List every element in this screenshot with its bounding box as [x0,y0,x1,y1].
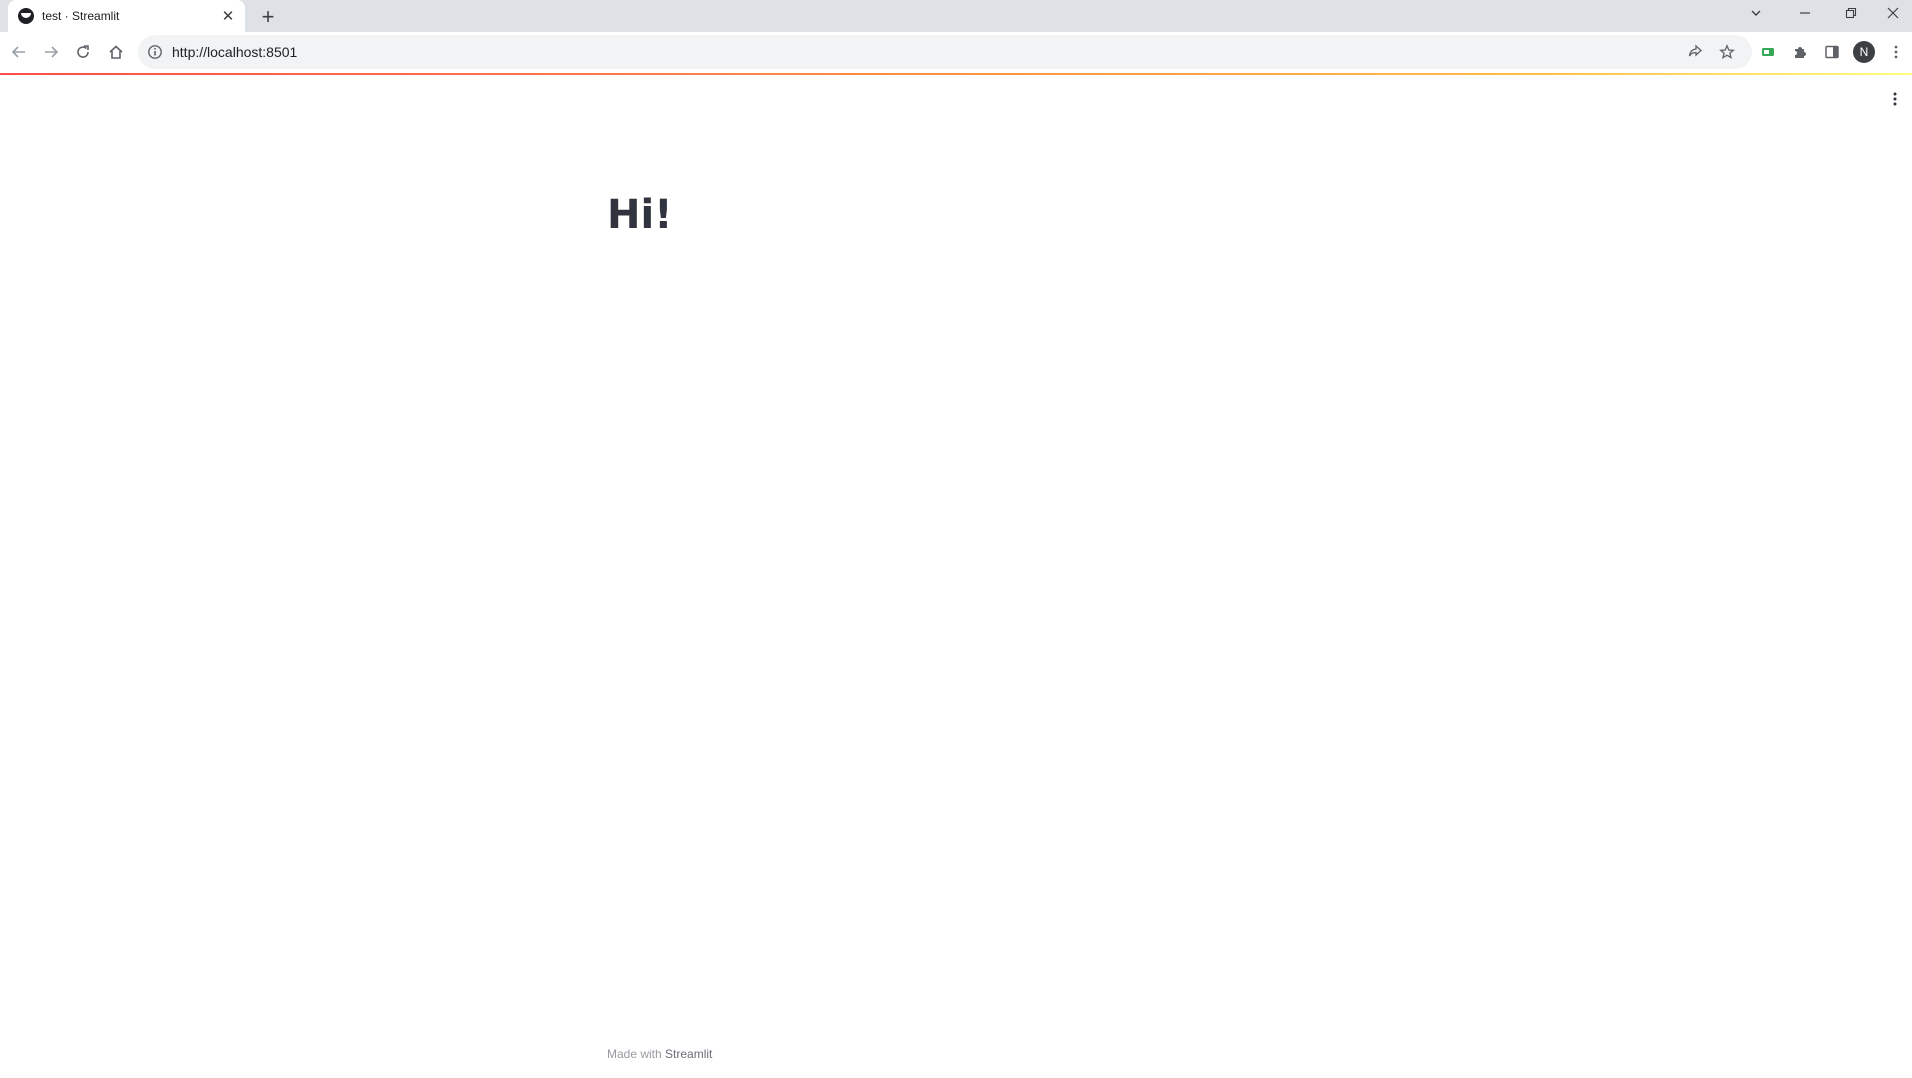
close-icon[interactable] [1874,0,1912,26]
streamlit-app: Hi! Made with Streamlit [0,73,1912,1078]
footer-prefix: Made with [607,1047,662,1061]
home-icon[interactable] [102,38,130,66]
streamlit-favicon-icon [18,8,34,24]
tab-title: test · Streamlit [42,9,120,23]
tab-close-icon[interactable]: ✕ [219,7,237,25]
page-title: Hi! [607,192,673,238]
restore-icon[interactable] [1828,0,1874,26]
info-icon[interactable] [147,44,163,60]
new-tab-button[interactable]: + [256,5,280,29]
browser-window: test · Streamlit ✕ + http://localhost:85… [0,0,1912,1078]
footer: Made with Streamlit [607,1047,712,1061]
header-decoration-bar [0,73,1912,75]
url-text[interactable]: http://localhost:8501 [172,35,297,69]
extensions-puzzle-icon[interactable] [1786,38,1814,66]
browser-tab[interactable]: test · Streamlit ✕ [8,0,245,32]
chevron-down-icon[interactable] [1744,0,1768,26]
minimize-icon[interactable] [1782,0,1828,26]
address-bar[interactable]: http://localhost:8501 [138,35,1752,69]
reload-icon[interactable] [69,38,97,66]
share-icon[interactable] [1683,40,1707,64]
extension-green-icon[interactable] [1754,38,1782,66]
streamlit-link[interactable]: Streamlit [665,1047,712,1061]
bookmark-star-icon[interactable] [1715,40,1739,64]
browser-toolbar: http://localhost:8501 N [0,32,1912,73]
forward-arrow-icon[interactable] [37,38,65,66]
profile-avatar[interactable]: N [1853,41,1875,63]
chrome-menu-icon[interactable] [1882,38,1910,66]
back-arrow-icon[interactable] [5,38,33,66]
side-panel-icon[interactable] [1818,38,1846,66]
tab-strip: test · Streamlit ✕ + [0,0,1912,32]
streamlit-main-menu-icon[interactable] [1883,87,1907,111]
